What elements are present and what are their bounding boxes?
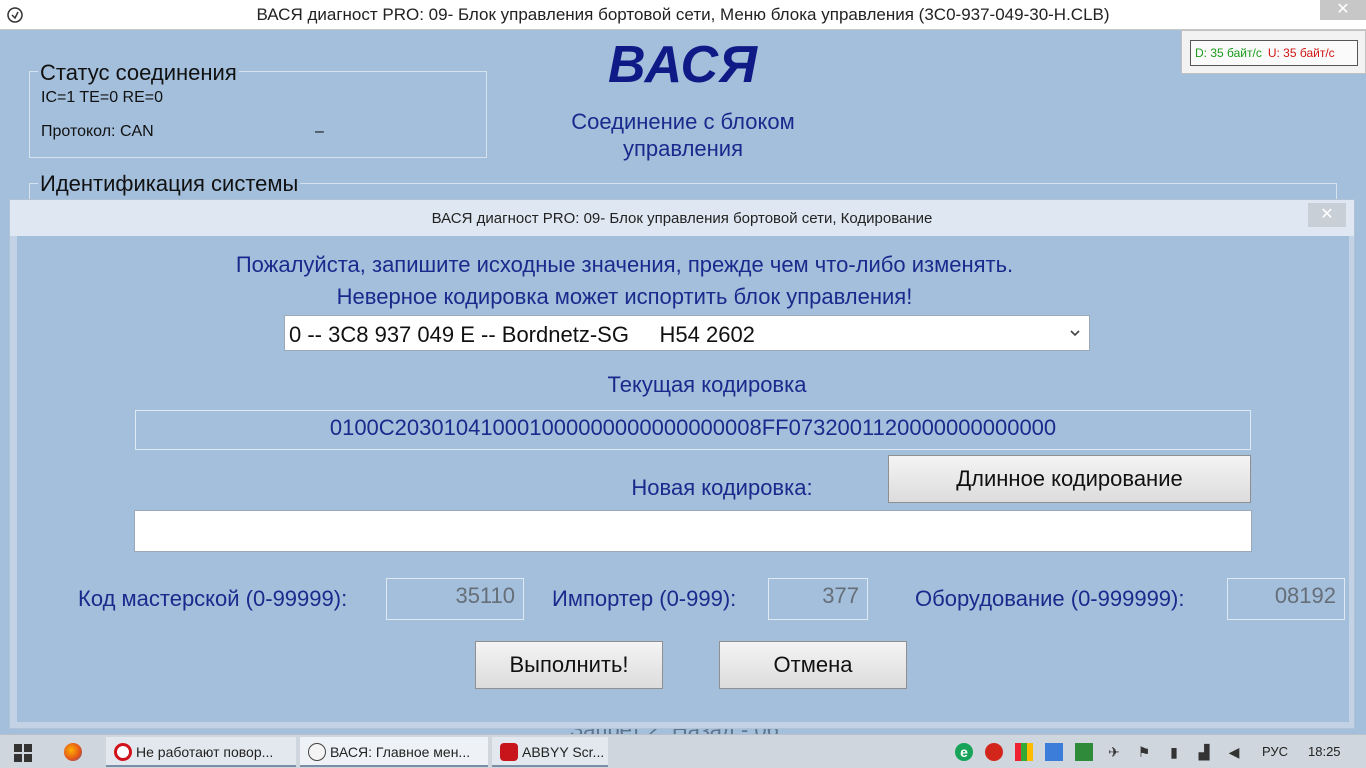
- abbyy-icon: [500, 743, 518, 761]
- current-coding-label: Текущая кодировка: [607, 372, 807, 397]
- windows-start-icon[interactable]: [14, 744, 32, 762]
- workshop-code-label: Код мастерской (0-99999):: [78, 586, 348, 611]
- connection-status-group: Статус соединения IC=1 TE=0 RE=0 Протоко…: [29, 60, 487, 158]
- main-close-button[interactable]: ✕: [1320, 0, 1366, 20]
- connection-caption: Соединение с блоком управления: [556, 108, 810, 162]
- connection-status-line: IC=1 TE=0 RE=0: [41, 89, 163, 106]
- warning-line-1: Пожалуйста, запишите исходные значения, …: [235, 252, 1014, 277]
- equipment-label: Оборудование (0-999999):: [915, 586, 1185, 611]
- battery-tray-icon[interactable]: ▮: [1165, 743, 1183, 761]
- vasya-taskbar-icon: [308, 743, 326, 761]
- dialog-titlebar: ВАСЯ диагност PRO: 09- Блок управления б…: [10, 200, 1354, 236]
- connection-caption-line2: управления: [623, 136, 743, 161]
- bars-tray-icon[interactable]: [1015, 743, 1033, 761]
- cancel-button[interactable]: Отмена: [719, 641, 907, 689]
- module-select[interactable]: 0 -- 3C8 937 049 E -- Bordnetz-SG H54 26…: [284, 315, 1090, 351]
- importer-field[interactable]: 377: [768, 578, 868, 620]
- window-tray-icon[interactable]: [1045, 743, 1063, 761]
- module-select-value: 0 -- 3C8 937 049 E -- Bordnetz-SG H54 26…: [289, 322, 755, 347]
- opera-icon: [114, 743, 132, 761]
- antivirus-tray-icon[interactable]: [985, 743, 1003, 761]
- upload-speed: U: 35 байт/с: [1267, 46, 1335, 60]
- importer-label: Импортер (0-999):: [552, 586, 737, 611]
- taskbar-app-vasya[interactable]: ВАСЯ: Главное мен...: [300, 737, 488, 767]
- taskbar-app-opera[interactable]: Не работают повор...: [106, 737, 296, 767]
- taskbar-app-abbyy[interactable]: ABBYY Scr...: [492, 737, 608, 767]
- new-coding-input[interactable]: [134, 510, 1252, 552]
- input-language[interactable]: РУС: [1262, 744, 1288, 759]
- execute-button[interactable]: Выполнить!: [475, 641, 663, 689]
- firefox-taskbar-icon[interactable]: [56, 737, 96, 767]
- main-titlebar: ВАСЯ диагност PRO: 09- Блок управления б…: [0, 0, 1366, 30]
- long-coding-button[interactable]: Длинное кодирование: [888, 455, 1251, 503]
- dialog-close-button[interactable]: ✕: [1308, 203, 1346, 227]
- system-identification-legend: Идентификация системы: [38, 171, 301, 197]
- new-coding-label: Новая кодировка:: [631, 475, 813, 500]
- taskbar: Не работают повор... ВАСЯ: Главное мен..…: [0, 734, 1366, 768]
- taskbar-app-vasya-label: ВАСЯ: Главное мен...: [330, 744, 471, 760]
- workshop-code-field[interactable]: 35110: [386, 578, 524, 620]
- warning-line-2: Неверное кодировка может испортить блок …: [336, 284, 913, 309]
- dialog-body: Пожалуйста, запишите исходные значения, …: [17, 236, 1349, 722]
- equipment-field[interactable]: 08192: [1227, 578, 1345, 620]
- connection-status-legend: Статус соединения: [38, 60, 239, 86]
- tools-tray-icon[interactable]: ✈: [1105, 743, 1123, 761]
- e-tray-icon[interactable]: e: [955, 743, 973, 761]
- coding-dialog: ВАСЯ диагност PRO: 09- Блок управления б…: [9, 199, 1355, 729]
- network-tray-icon[interactable]: [1075, 743, 1093, 761]
- brand-logo: ВАСЯ: [608, 36, 758, 94]
- dialog-title: ВАСЯ диагност PRO: 09- Блок управления б…: [431, 210, 933, 227]
- volume-tray-icon[interactable]: ◀: [1225, 743, 1243, 761]
- protocol-extra: –: [315, 123, 324, 140]
- taskbar-app-opera-label: Не работают повор...: [136, 744, 274, 760]
- speed-indicator-inner: D: 35 байт/с U: 35 байт/с: [1190, 40, 1358, 66]
- main-window-title: ВАСЯ диагност PRO: 09- Блок управления б…: [256, 5, 1110, 24]
- clock[interactable]: 18:25: [1308, 744, 1341, 759]
- current-coding-value: 0100C203010410001000000000000000008FF073…: [135, 410, 1251, 450]
- speed-indicator: D: 35 байт/с U: 35 байт/с: [1181, 30, 1366, 74]
- protocol-label: Протокол: CAN: [41, 123, 154, 140]
- connection-caption-line1: Соединение с блоком: [571, 109, 795, 134]
- chevron-down-icon: [1070, 330, 1080, 337]
- flag-tray-icon[interactable]: ⚑: [1135, 743, 1153, 761]
- taskbar-app-abbyy-label: ABBYY Scr...: [522, 744, 605, 760]
- download-speed: D: 35 байт/с: [1195, 46, 1262, 60]
- signal-tray-icon[interactable]: ▟: [1195, 743, 1213, 761]
